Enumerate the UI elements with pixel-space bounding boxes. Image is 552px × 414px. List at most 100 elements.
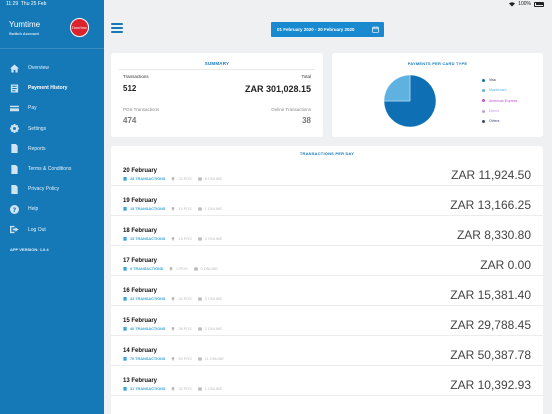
menu-icon[interactable]: [111, 23, 123, 33]
pie-chart: [383, 74, 437, 128]
row-pos: 22 POS: [171, 177, 192, 181]
row-pos: 30 POS: [171, 387, 192, 391]
globe-icon: [197, 177, 202, 181]
list-item[interactable]: 18 February 15 TRANSACTIONS 15 POS 0 ONL…: [111, 216, 543, 246]
row-online: 6 ONLINE: [197, 177, 222, 181]
history-icon: [10, 84, 19, 93]
row-meta: 33 TRANSACTIONS 30 POS 3 ONLINE: [123, 297, 222, 301]
account-header: Yumtime Switch Account: [9, 20, 40, 36]
total-label: Total: [301, 74, 311, 79]
switch-account-link[interactable]: Switch Account: [9, 31, 40, 36]
receipt-icon: [123, 327, 127, 331]
row-transactions: 28 TRANSACTIONS: [130, 177, 166, 181]
row-pos: 38 POS: [171, 327, 192, 331]
sidebar-item-settings[interactable]: Settings: [0, 119, 104, 139]
sidebar-item-overview[interactable]: Overview: [0, 58, 104, 78]
date-range-picker[interactable]: 01 February 2020 - 20 February 2020: [271, 22, 384, 37]
row-meta: 70 TRANSACTIONS 59 POS 11 ONLINE: [123, 357, 224, 361]
row-date: 18 February: [123, 228, 158, 234]
row-transactions: 0 TRANSACTIONS: [130, 267, 164, 271]
pos-value: 474: [123, 116, 137, 125]
sidebar-item-reports[interactable]: Reports: [0, 139, 104, 159]
gear-icon: [10, 124, 19, 134]
sidebar-item-label: Pay: [28, 105, 37, 112]
transactions-label: Transactions: [123, 74, 149, 79]
legend-item-others: Others: [482, 116, 517, 126]
row-meta: 31 TRANSACTIONS 30 POS 1 ONLINE: [123, 387, 222, 391]
status-bar: 11:29 Thu 25 Feb 100%: [0, 0, 552, 8]
row-online-label: 11 ONLINE: [204, 357, 224, 361]
sidebar: Yumtime Switch Account Yumtime Overview …: [0, 0, 104, 414]
list-item[interactable]: 14 February 70 TRANSACTIONS 59 POS 11 ON…: [111, 336, 543, 366]
row-transactions: 31 TRANSACTIONS: [130, 387, 166, 391]
row-date: 16 February: [123, 288, 158, 294]
payments-per-card-card: PAYMENTS PER CARD TYPE Visa Mastercard A…: [332, 53, 543, 137]
sidebar-nav: Overview Payment History Pay Settings Re…: [0, 58, 104, 240]
row-amount: ZAR 8,330.80: [456, 228, 531, 242]
row-online: 3 ONLINE: [197, 297, 223, 301]
status-right: 100%: [509, 0, 544, 8]
pin-icon: [172, 297, 175, 301]
pin-icon: [172, 177, 175, 181]
receipt-icon: [123, 267, 127, 271]
row-pos-label: 22 POS: [178, 177, 192, 181]
row-pos-label: 0 POS: [176, 267, 188, 271]
list-item[interactable]: 17 February 0 TRANSACTIONS 0 POS 0 ONLIN…: [111, 246, 543, 276]
row-pos: 0 POS: [169, 267, 188, 271]
list-item[interactable]: 15 February 40 TRANSACTIONS 38 POS 2 ONL…: [111, 306, 543, 336]
document-icon: [10, 184, 19, 194]
status-time: 11:29: [6, 1, 19, 7]
list-item[interactable]: 20 February 28 TRANSACTIONS 22 POS 6 ONL…: [111, 156, 543, 186]
globe-icon: [197, 207, 202, 211]
row-pos-label: 59 POS: [178, 357, 192, 361]
row-transactions: 33 TRANSACTIONS: [130, 297, 166, 301]
row-pos: 59 POS: [171, 357, 192, 361]
sidebar-item-label: Payment History: [28, 85, 68, 92]
row-online-label: 1 ONLINE: [204, 387, 223, 391]
globe-icon: [193, 267, 198, 271]
globe-icon: [197, 237, 202, 241]
row-online-label: 2 ONLINE: [204, 327, 223, 331]
row-transactions: 40 TRANSACTIONS: [130, 327, 166, 331]
row-online: 11 ONLINE: [197, 357, 224, 361]
sidebar-item-privacy[interactable]: Privacy Policy: [0, 179, 104, 199]
calendar-icon: [372, 26, 379, 33]
receipt-icon: [123, 297, 127, 301]
document-icon: [10, 164, 19, 174]
transactions-per-day-card: TRANSACTIONS PER DAY 20 February 28 TRAN…: [111, 146, 543, 414]
row-pos-label: 30 POS: [178, 387, 192, 391]
row-amount: ZAR 11,924.50: [451, 168, 531, 182]
question-icon: ?: [10, 204, 19, 214]
row-pos: 15 POS: [171, 237, 192, 241]
globe-icon: [197, 327, 202, 331]
sidebar-item-pay[interactable]: Pay: [0, 98, 104, 118]
pin-icon: [172, 357, 175, 361]
list-item[interactable]: 19 February 15 TRANSACTIONS 14 POS 1 ONL…: [111, 186, 543, 216]
pie-legend: Visa Mastercard American Express Diners …: [482, 75, 517, 126]
pin-icon: [169, 267, 173, 271]
row-pos-label: 30 POS: [178, 297, 192, 301]
sidebar-item-terms[interactable]: Terms & Conditions: [0, 159, 104, 179]
row-transactions: 70 TRANSACTIONS: [130, 357, 166, 361]
row-online-label: 1 ONLINE: [204, 207, 223, 211]
pin-icon: [172, 237, 175, 241]
legend-label: Mastercard: [489, 88, 507, 93]
legend-label: Diners: [489, 109, 500, 114]
sidebar-item-label: Privacy Policy: [28, 186, 60, 193]
pin-icon: [172, 207, 175, 211]
logo-text: Yumtime: [71, 25, 88, 30]
row-meta: 15 TRANSACTIONS 14 POS 1 ONLINE: [123, 207, 222, 211]
receipt-icon: [123, 357, 127, 361]
sidebar-item-help[interactable]: ? Help: [0, 199, 104, 219]
row-amount: ZAR 13,166.25: [450, 198, 531, 212]
list-item[interactable]: 16 February 33 TRANSACTIONS 30 POS 3 ONL…: [111, 276, 543, 306]
list-item[interactable]: 13 February 31 TRANSACTIONS 30 POS 1 ONL…: [111, 366, 543, 396]
online-label: Online Transactions: [271, 107, 311, 112]
sidebar-item-logout[interactable]: Log Out: [0, 220, 104, 240]
sidebar-item-payment-history[interactable]: Payment History: [0, 78, 104, 98]
transactions-list: 20 February 28 TRANSACTIONS 22 POS 6 ONL…: [111, 156, 543, 396]
row-online-label: 3 ONLINE: [204, 297, 223, 301]
row-amount: ZAR 0.00: [480, 258, 531, 272]
row-online-label: 0 ONLINE: [204, 237, 223, 241]
home-icon: [10, 64, 19, 73]
